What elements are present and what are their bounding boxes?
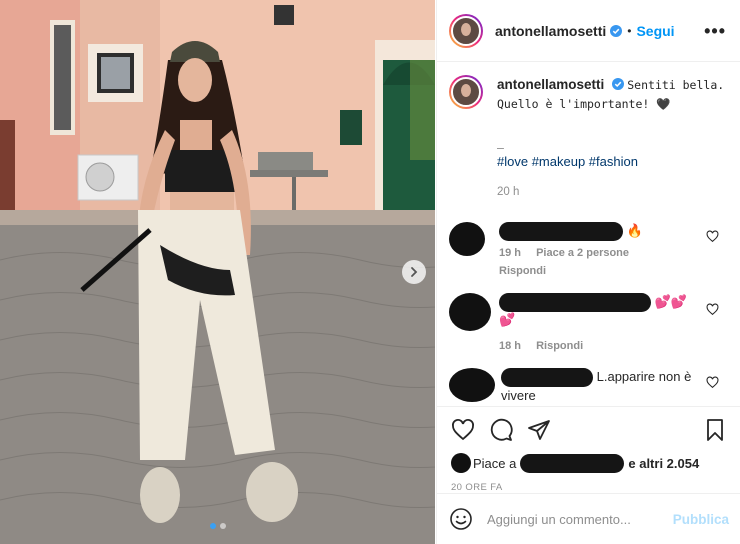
redacted-liker-name — [520, 453, 625, 473]
reply-button[interactable]: Rispondi — [499, 265, 546, 277]
caption-line-2: Quello è l'importante! 🖤 — [497, 97, 671, 111]
comment-input[interactable] — [487, 511, 673, 527]
comment-time: 18 h — [499, 340, 522, 352]
paper-plane-icon[interactable] — [527, 418, 551, 442]
post-caption: antonellamosetti Sentiti bella. Quello è… — [449, 75, 729, 202]
commenter-avatar-redacted[interactable] — [449, 293, 491, 331]
commenter-avatar-redacted[interactable] — [449, 222, 485, 256]
comment-time: 19 h — [499, 247, 522, 259]
author-username[interactable]: antonellamosetti — [495, 23, 606, 39]
redacted-comment-text — [501, 368, 593, 388]
comment-item: L.apparire non è vivere — [449, 368, 729, 405]
redacted-comment-text — [499, 293, 651, 312]
separator-dot: • — [627, 23, 632, 38]
follow-button[interactable]: Segui — [636, 23, 674, 39]
verified-badge-icon — [611, 78, 624, 90]
post-actions: Piace a e altri 2.054 20 ORE FA — [437, 406, 740, 493]
likes-suffix[interactable]: e altri 2.054 — [628, 456, 699, 471]
post-sidebar: antonellamosetti • Segui ••• antonellamo… — [436, 0, 740, 544]
caption-hashtags[interactable]: #love #makeup #fashion — [497, 152, 724, 171]
likes-summary[interactable]: Piace a e altri 2.054 — [451, 453, 727, 473]
comment-composer: Pubblica — [437, 493, 740, 544]
comment-item: 💕💕💕 18 h Rispondi — [449, 293, 729, 352]
bookmark-icon[interactable] — [703, 418, 727, 442]
post-timestamp: 20 ORE FA — [451, 482, 503, 493]
carousel-dot — [219, 523, 226, 529]
carousel-indicator — [0, 523, 435, 529]
comments-list: antonellamosetti Sentiti bella. Quello è… — [437, 63, 740, 406]
comment-like-heart-icon[interactable] — [706, 376, 719, 389]
heart-icon[interactable] — [451, 418, 475, 442]
liker-avatar-redacted — [451, 453, 471, 473]
carousel-next-button[interactable] — [402, 260, 426, 284]
caption-line-3: _ — [497, 135, 504, 149]
post-photo — [0, 0, 435, 544]
likes-prefix: Piace a — [473, 455, 517, 471]
reply-button[interactable]: Rispondi — [536, 340, 583, 352]
chevron-right-icon — [411, 267, 418, 277]
commenter-avatar-redacted[interactable] — [449, 368, 495, 402]
comment-like-heart-icon[interactable] — [706, 230, 719, 243]
caption-time: 20 h — [497, 186, 520, 198]
photo-illustration — [0, 0, 435, 544]
redacted-comment-text — [499, 222, 623, 241]
caption-username[interactable]: antonellamosetti — [497, 77, 604, 92]
publish-button[interactable]: Pubblica — [673, 512, 729, 527]
verified-badge-icon — [610, 24, 623, 37]
carousel-dot-active — [209, 523, 216, 529]
author-avatar[interactable] — [449, 13, 483, 48]
comment-likes[interactable]: Piace a 2 persone — [536, 247, 629, 259]
emoji-icon[interactable] — [449, 507, 473, 531]
comment-text-suffix: 🔥 — [626, 222, 643, 238]
comment-like-heart-icon[interactable] — [706, 303, 719, 316]
caption-line-1: Sentiti bella. — [627, 78, 725, 92]
comment-icon[interactable] — [489, 418, 513, 442]
post-header: antonellamosetti • Segui ••• — [437, 0, 740, 62]
comment-item: 🔥 19 h Piace a 2 persone Rispondi — [449, 222, 729, 277]
instagram-post-modal: antonellamosetti • Segui ••• antonellamo… — [0, 0, 740, 544]
caption-avatar[interactable] — [449, 75, 483, 109]
more-options-icon[interactable]: ••• — [704, 22, 726, 40]
